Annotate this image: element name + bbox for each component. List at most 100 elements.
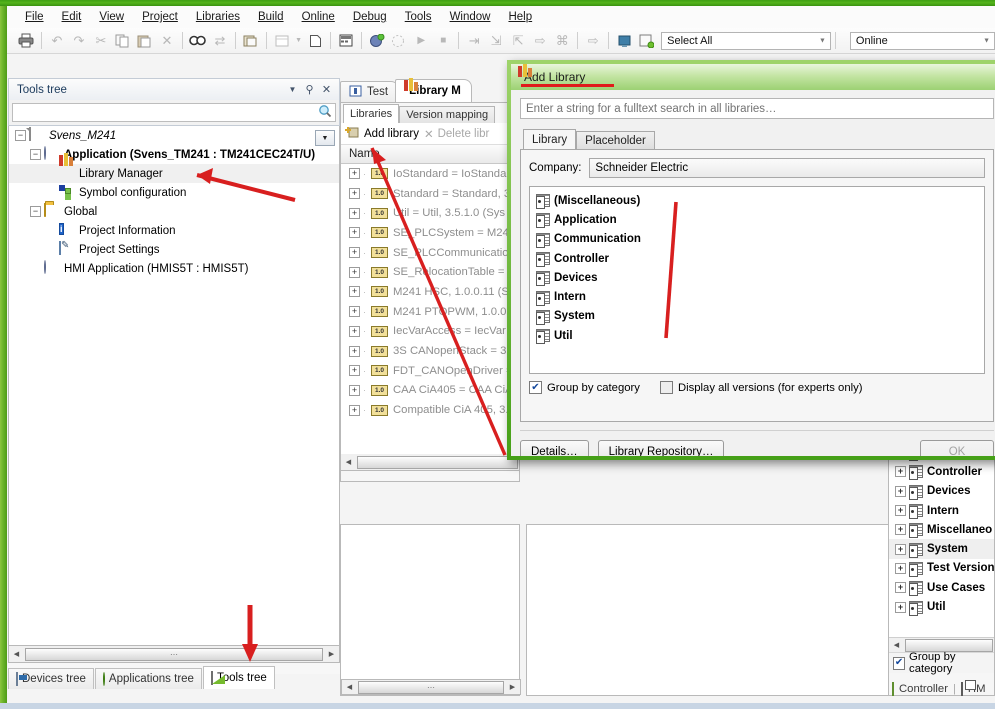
expander-plus-icon[interactable]: + (349, 168, 360, 180)
menu-help[interactable]: Help (499, 8, 541, 26)
expander-plus-icon[interactable]: + (349, 325, 360, 337)
category-row-application[interactable]: Application (536, 210, 984, 229)
menu-file[interactable]: File (16, 8, 53, 26)
tools-tree-view[interactable]: ▼ − Svens_M241 − Application (Svens_TM24… (8, 126, 340, 646)
expander-plus-icon[interactable]: + (349, 404, 360, 416)
expander-plus-icon[interactable]: + (349, 247, 360, 259)
details-button[interactable]: Details… (520, 440, 589, 456)
expander-plus-icon[interactable]: + (895, 582, 906, 594)
fulltext-search-input[interactable]: Enter a string for a fulltext search in … (520, 98, 994, 119)
menu-debug[interactable]: Debug (344, 8, 396, 26)
indent-icon[interactable]: ⇨ (530, 30, 550, 51)
library-row[interactable]: + · 1.0 Compatible CiA 405, 3. (341, 400, 519, 420)
background-horizontal-scrollbar[interactable]: ◀ (889, 637, 994, 652)
library-category-list[interactable]: (Miscellaneous) Application Communicatio… (529, 186, 985, 374)
grid-icon[interactable] (272, 30, 292, 51)
expander-plus-icon[interactable]: + (349, 365, 360, 377)
details-horizontal-scrollbar[interactable]: ◀ ⋯ ▶ (341, 679, 521, 695)
category-row-miscellaneous[interactable]: (Miscellaneous) (536, 191, 984, 210)
library-row[interactable]: + · 1.0 Standard = Standard, 3 (341, 184, 519, 204)
find-icon[interactable] (188, 30, 208, 51)
paste-icon[interactable] (135, 30, 155, 51)
redo-icon[interactable]: ↷ (69, 30, 89, 51)
library-row[interactable]: + · 1.0 3S CANopenStack = 3S (341, 341, 519, 361)
category-row[interactable]: + Util (889, 597, 994, 616)
expander-plus-icon[interactable]: + (895, 562, 906, 574)
tab-test[interactable]: Test (340, 81, 400, 102)
tab-placeholder[interactable]: Placeholder (576, 131, 655, 149)
company-combo[interactable]: Schneider Electric (589, 158, 985, 178)
scrollbar-thumb[interactable] (905, 638, 993, 652)
pin-icon[interactable]: ⚲ (301, 81, 318, 98)
browse-icon[interactable] (241, 30, 261, 51)
tree-node-library-manager[interactable]: Library Manager (9, 153, 339, 183)
library-row[interactable]: + · 1.0 IoStandard = IoStanda (341, 164, 519, 184)
sidebar-tab-devices-tree[interactable]: Devices tree (8, 668, 94, 689)
library-row[interactable]: + · 1.0 FDT_CANOpenDriver = (341, 361, 519, 381)
category-row[interactable]: + Miscellaneo (889, 520, 994, 539)
online-config-icon[interactable] (636, 30, 656, 51)
tree-node-symbol-configuration[interactable]: Symbol configuration (9, 183, 339, 202)
category-row-system[interactable]: + System (889, 539, 994, 559)
tree-node-svens-m241[interactable]: − Svens_M241 (9, 126, 339, 145)
run-icon[interactable]: ▶ (411, 30, 431, 51)
category-row-devices[interactable]: Devices (536, 268, 984, 287)
category-row[interactable]: + Devices (889, 482, 994, 501)
library-row[interactable]: + · 1.0 SE_PLCCommunication (341, 243, 519, 263)
step-into-icon[interactable]: ⇲ (486, 30, 506, 51)
scroll-right-arrow-icon[interactable]: ▶ (505, 683, 520, 691)
chevron-down-icon[interactable]: ▼ (983, 37, 990, 44)
scroll-left-arrow-icon[interactable]: ◀ (9, 650, 24, 658)
cut-icon[interactable]: ✂ (91, 30, 111, 51)
expander-plus-icon[interactable]: + (895, 524, 906, 536)
menu-tools[interactable]: Tools (396, 8, 441, 26)
library-row[interactable]: + · 1.0 CAA CiA405 = CAA CiA (341, 381, 519, 401)
category-row-system[interactable]: System (536, 307, 984, 326)
background-tab-controller[interactable]: Controller (899, 683, 948, 695)
chevron-down-icon[interactable]: ▼ (294, 30, 304, 51)
tree-dropdown-button[interactable]: ▼ (315, 130, 335, 146)
checkbox-unchecked-icon[interactable] (659, 381, 673, 394)
category-row[interactable]: + Test Version (889, 559, 994, 578)
category-row-util[interactable]: Util (536, 326, 984, 345)
menu-window[interactable]: Window (441, 8, 500, 26)
replace-icon[interactable]: ⇄ (210, 30, 230, 51)
expander-minus-icon[interactable]: − (30, 149, 41, 160)
checkbox-checked-icon[interactable]: ✔ (893, 656, 906, 670)
library-list-horizontal-scrollbar[interactable]: ◀ (341, 454, 519, 471)
menu-online[interactable]: Online (293, 8, 344, 26)
select-all-combo[interactable]: Select All ▼ (661, 31, 831, 50)
category-row-communication[interactable]: Communication (536, 230, 984, 249)
expander-plus-icon[interactable]: + (349, 188, 360, 200)
scrollbar-thumb[interactable] (357, 455, 518, 469)
expander-minus-icon[interactable]: − (15, 130, 26, 141)
checkbox-checked-icon[interactable]: ✔ (529, 381, 542, 394)
scroll-left-arrow-icon[interactable]: ◀ (889, 641, 904, 649)
expander-plus-icon[interactable]: + (349, 266, 360, 278)
next-icon[interactable]: ⇨ (583, 30, 603, 51)
background-group-by-category-checkbox[interactable]: ✔ Group by category (889, 651, 994, 675)
simulation-icon[interactable] (614, 30, 634, 51)
expander-plus-icon[interactable]: + (895, 601, 906, 613)
expander-plus-icon[interactable]: + (349, 384, 360, 396)
expander-plus-icon[interactable]: + (895, 505, 906, 517)
library-row[interactable]: + · 1.0 SE_PLCSystem = M241 (341, 223, 519, 243)
subtab-libraries[interactable]: Libraries (343, 104, 400, 123)
search-icon[interactable] (318, 104, 332, 121)
tab-library[interactable]: Library (523, 129, 577, 149)
chevron-down-icon[interactable]: ▼ (284, 81, 301, 98)
menu-view[interactable]: View (90, 8, 133, 26)
scrollbar-thumb[interactable]: ⋯ (358, 680, 504, 694)
background-category-list[interactable]: + Communica + Controller + Devices + Int… (889, 441, 994, 637)
group-by-category-checkbox[interactable]: ✔ Group by category (529, 381, 640, 394)
category-row[interactable]: + Use Cases (889, 578, 994, 597)
scrollbar-thumb[interactable]: ⋯ (25, 647, 323, 661)
library-repository-button[interactable]: Library Repository… (597, 440, 725, 456)
expander-plus-icon[interactable]: + (349, 345, 360, 357)
library-list[interactable]: + · 1.0 IoStandard = IoStanda + · 1.0 St… (341, 164, 519, 454)
new-object-icon[interactable] (305, 30, 325, 51)
sidebar-tab-tools-tree[interactable]: Tools tree (202, 666, 275, 689)
tree-node-project-information[interactable]: i Project Information (9, 221, 339, 240)
tools-tree-horizontal-scrollbar[interactable]: ◀ ⋯ ▶ (8, 646, 340, 663)
copy-icon[interactable] (113, 30, 133, 51)
